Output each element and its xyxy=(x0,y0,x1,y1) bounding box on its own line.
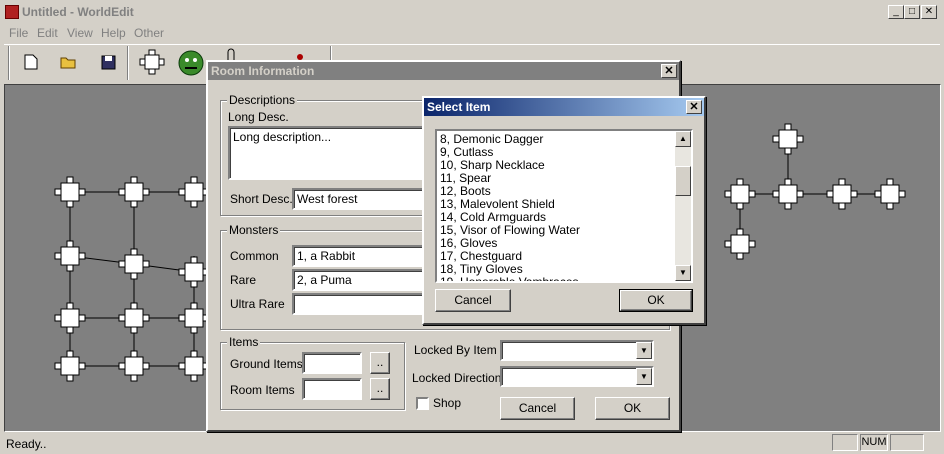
room-node[interactable] xyxy=(826,178,858,210)
status-text: Ready.. xyxy=(6,437,47,451)
descriptions-label: Descriptions xyxy=(227,93,298,107)
scroll-up-icon[interactable]: ▲ xyxy=(675,131,691,147)
locked-direction-combo[interactable] xyxy=(500,366,654,387)
select-item-dialog: Select Item ✕ 8, Demonic Dagger 9, Cutlas… xyxy=(422,96,706,325)
status-panel-scroll xyxy=(890,434,924,451)
item-listbox[interactable]: 8, Demonic Dagger 9, Cutlass 10, Sharp Nec… xyxy=(435,129,693,283)
select-ok-button[interactable]: OK xyxy=(619,289,693,312)
ground-items-label: Ground Items xyxy=(230,357,303,371)
minimize-button[interactable]: _ xyxy=(888,5,904,19)
common-label: Common xyxy=(230,249,279,263)
ground-items-browse-button[interactable]: .. xyxy=(370,352,390,374)
room-node[interactable] xyxy=(772,178,804,210)
room-node[interactable] xyxy=(178,302,210,334)
room-items-browse-button[interactable]: .. xyxy=(370,378,390,400)
close-button[interactable]: ✕ xyxy=(921,5,937,19)
maximize-button[interactable]: □ xyxy=(904,5,920,19)
room-items-label: Room Items xyxy=(230,383,295,397)
app-icon xyxy=(5,5,19,19)
list-item[interactable]: 19, Honorable Vambraces xyxy=(437,276,691,282)
room-items-field[interactable] xyxy=(302,378,362,400)
chevron-down-icon[interactable]: ▼ xyxy=(636,368,652,385)
room-node[interactable] xyxy=(118,176,150,208)
ground-items-field[interactable] xyxy=(302,352,362,374)
monster-face-icon[interactable] xyxy=(176,47,206,77)
list-scrollbar[interactable] xyxy=(675,131,691,281)
room-node[interactable] xyxy=(874,178,906,210)
shop-label: Shop xyxy=(433,396,462,410)
locked-by-item-combo[interactable] xyxy=(500,340,654,361)
locked-direction-label: Locked Direction xyxy=(412,371,502,385)
open-folder-icon[interactable] xyxy=(54,47,84,77)
room-node[interactable] xyxy=(54,176,86,208)
room-node[interactable] xyxy=(118,248,150,280)
monsters-label: Monsters xyxy=(227,223,281,237)
shop-checkbox[interactable] xyxy=(416,397,429,410)
room-node[interactable] xyxy=(724,228,756,260)
long-desc-label: Long Desc. xyxy=(228,110,289,124)
room-node[interactable] xyxy=(178,256,210,288)
room-node[interactable] xyxy=(54,302,86,334)
room-dialog-close-button[interactable]: ✕ xyxy=(661,64,677,78)
select-item-close-button[interactable]: ✕ xyxy=(686,100,702,114)
menu-help[interactable]: Help xyxy=(101,26,126,40)
room-node[interactable] xyxy=(54,240,86,272)
ultra-rare-label: Ultra Rare xyxy=(230,297,285,311)
title-bar xyxy=(0,0,944,24)
new-file-icon[interactable] xyxy=(16,47,46,77)
select-cancel-button[interactable]: Cancel xyxy=(435,289,511,312)
room-node[interactable] xyxy=(724,178,756,210)
room-node[interactable] xyxy=(118,302,150,334)
scroll-down-icon[interactable]: ▼ xyxy=(675,265,691,281)
app-title: Untitled - WorldEdit xyxy=(22,5,134,19)
room-cancel-button[interactable]: Cancel xyxy=(500,397,575,420)
status-num: NUM xyxy=(860,434,888,451)
menu-view[interactable]: View xyxy=(67,26,93,40)
select-item-title: Select Item xyxy=(424,98,704,116)
items-label: Items xyxy=(227,335,261,349)
status-bar xyxy=(0,434,944,454)
menu-other[interactable]: Other xyxy=(134,26,164,40)
room-node[interactable] xyxy=(772,123,804,155)
locked-by-item-label: Locked By Item xyxy=(414,343,497,357)
room-node[interactable] xyxy=(178,176,210,208)
menu-edit[interactable]: Edit xyxy=(37,26,58,40)
menu-file[interactable]: File xyxy=(9,26,28,40)
room-dialog-title: Room Information xyxy=(208,62,679,80)
room-node[interactable] xyxy=(118,350,150,382)
status-panel-caps xyxy=(832,434,858,451)
room-ok-button[interactable]: OK xyxy=(595,397,670,420)
chevron-down-icon[interactable]: ▼ xyxy=(636,342,652,359)
room-node[interactable] xyxy=(178,350,210,382)
scroll-thumb[interactable] xyxy=(675,166,691,196)
room-node-icon[interactable] xyxy=(137,47,167,77)
save-disk-icon[interactable] xyxy=(93,47,123,77)
rare-label: Rare xyxy=(230,273,257,287)
room-node[interactable] xyxy=(54,350,86,382)
short-desc-label: Short Desc. xyxy=(230,192,293,206)
